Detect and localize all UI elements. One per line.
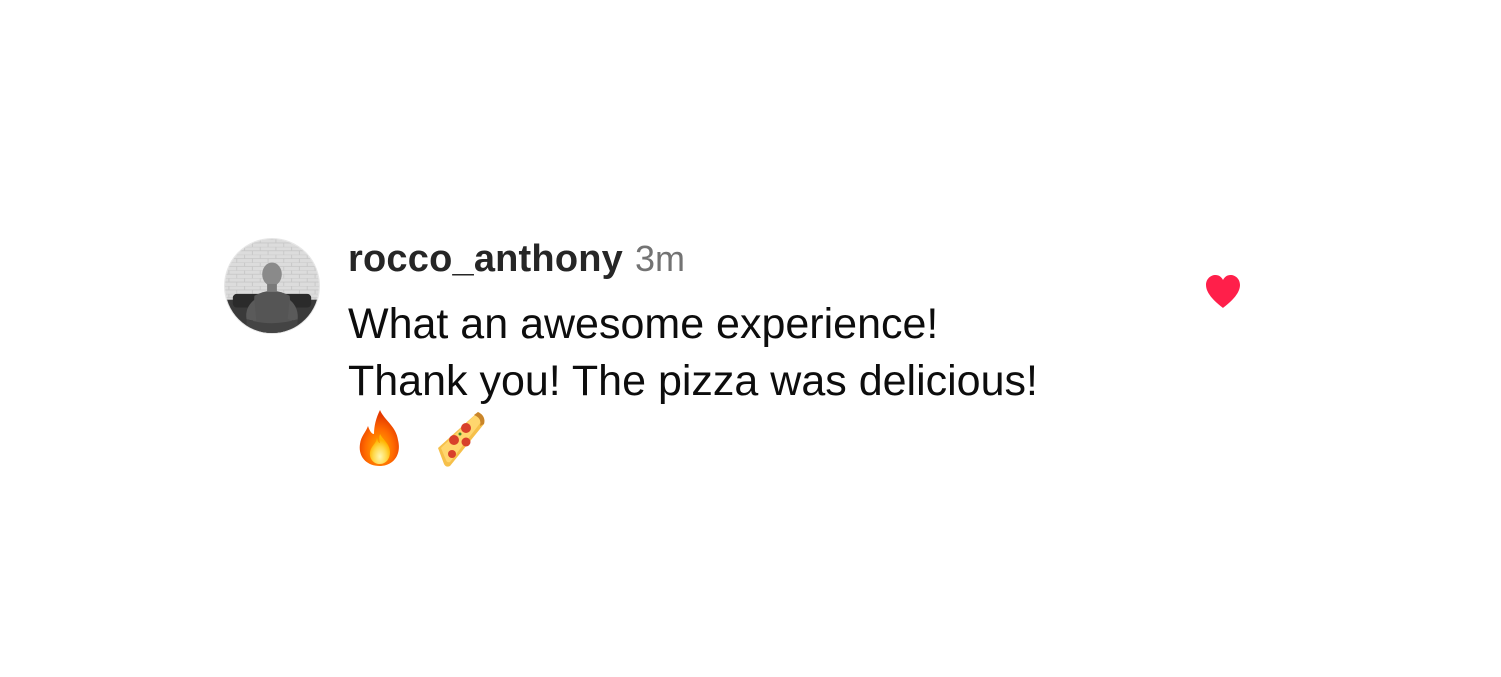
comment: rocco_anthony 3m What an awesome experie…: [0, 0, 1501, 677]
user-photo: [225, 239, 319, 333]
heart-icon: [1206, 275, 1240, 308]
comment-header: rocco_anthony 3m: [348, 238, 685, 284]
username-link[interactable]: rocco_anthony: [348, 238, 623, 281]
comment-text: What an awesome experience! Thank you! T…: [348, 296, 1038, 410]
pizza-emoji: [438, 412, 485, 467]
emoji-row: [352, 406, 488, 470]
comment-text-line: What an awesome experience!: [348, 300, 939, 348]
comment-timestamp: 3m: [634, 238, 685, 279]
avatar[interactable]: [224, 238, 320, 334]
fire-emoji: [359, 410, 399, 466]
comment-text-line: Thank you! The pizza was delicious!: [348, 357, 1038, 405]
like-button[interactable]: [1204, 274, 1242, 310]
